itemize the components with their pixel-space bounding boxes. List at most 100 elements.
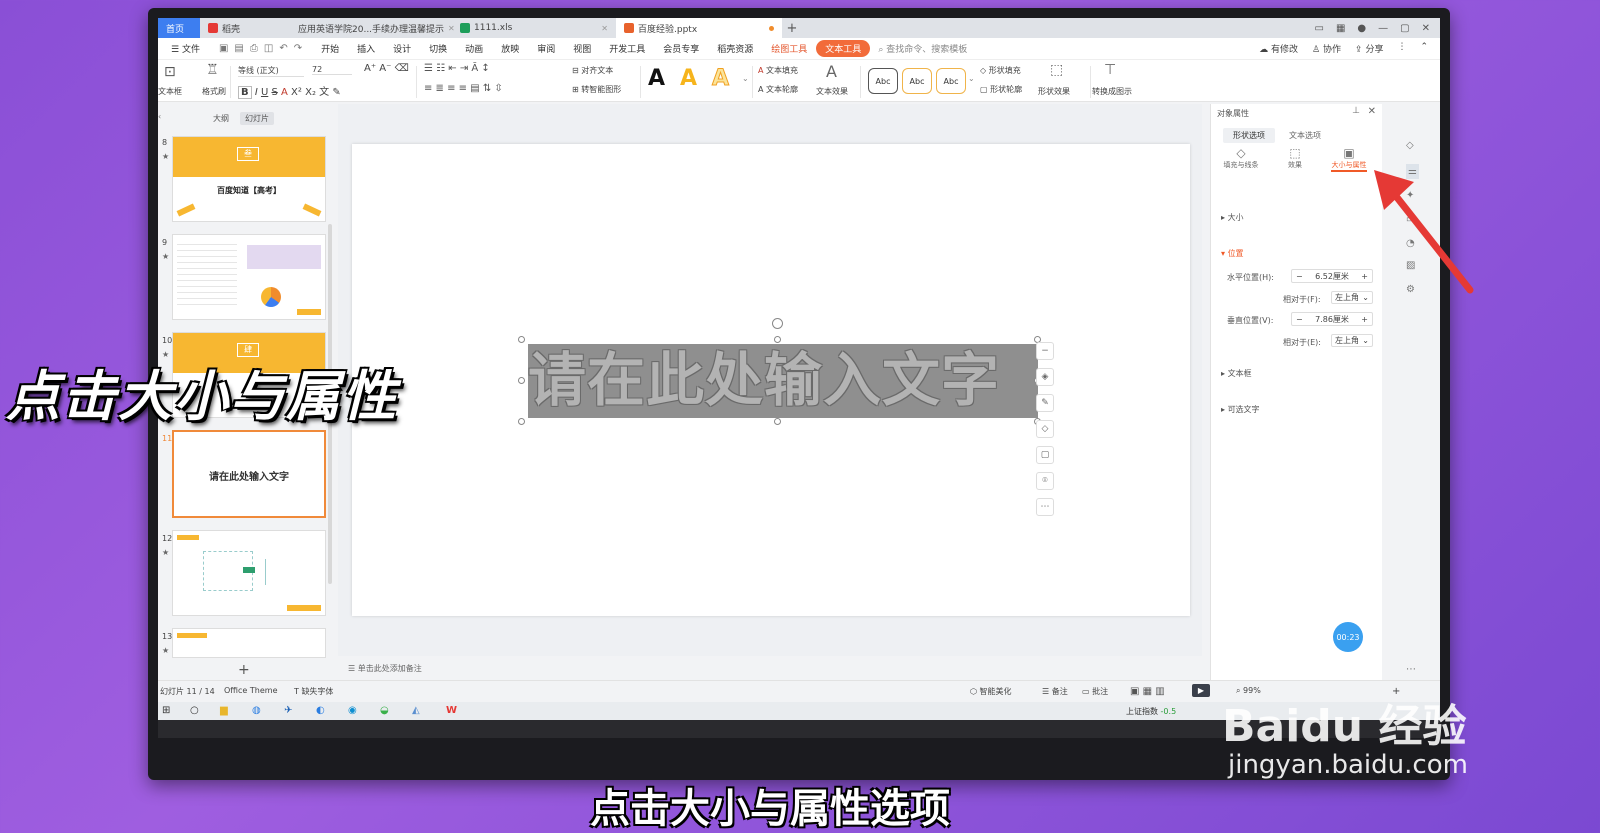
pin-icon[interactable]: ⊥ (1352, 106, 1360, 116)
tab-outline[interactable]: 大纲 (208, 112, 234, 125)
windows-start-icon[interactable]: ⊞ (162, 705, 170, 716)
theme-name[interactable]: Office Theme (224, 686, 278, 695)
menu-text-tools[interactable]: 文本工具 (816, 40, 871, 57)
menu-transition[interactable]: 切换 (420, 42, 456, 55)
tab-xls[interactable]: 1111.xls ✕ (452, 18, 616, 38)
comments-button[interactable]: ▭ 批注 (1082, 686, 1108, 697)
minus-icon[interactable]: − (1036, 342, 1054, 360)
textbox-button[interactable]: 文本框 (158, 86, 182, 97)
align-icons[interactable]: ≡ ≣ ≡ ≡ ▤ ⇅ ⇳ (424, 83, 503, 94)
shape-outline-button[interactable]: ▢ 形状轮廓 (980, 84, 1022, 95)
close-icon[interactable]: ✕ (601, 24, 608, 33)
window-close-icon[interactable]: ✕ (1422, 23, 1430, 34)
section-alt-text[interactable]: ▸ 可选文字 (1221, 404, 1260, 415)
smart-art-button[interactable]: ⊞ 转智能图形 (572, 84, 621, 95)
stock-ticker[interactable]: 上证指数 -0.5 (1126, 706, 1176, 717)
slide-thumbnail-8[interactable]: 叁 百度知道【高考】 (172, 136, 326, 222)
textbox-icon[interactable]: ⊡ (164, 64, 176, 80)
menu-developer[interactable]: 开发工具 (600, 42, 654, 55)
collapse-panel-icon[interactable]: ‹ (158, 112, 161, 121)
shape-effect-icon[interactable]: ⬚ (1050, 62, 1063, 78)
more-icon[interactable]: ⋯ (1036, 498, 1054, 516)
h-relative-select[interactable]: 左上角 ⌄ (1331, 291, 1373, 304)
tab-docer[interactable]: 稻壳 (200, 18, 286, 38)
view-mode-icons[interactable]: ▣ ▦ ▥ (1130, 686, 1165, 697)
layout-icon[interactable]: ▭ (1315, 23, 1324, 34)
textbox-text[interactable]: 请在此处输入文字 (528, 342, 1038, 418)
search-icon[interactable]: ○ (190, 705, 199, 716)
subscript-icon[interactable]: X₂ (305, 87, 316, 98)
chat-icon[interactable]: ◍ (252, 705, 261, 716)
menu-animation[interactable]: 动画 (456, 42, 492, 55)
minimize-icon[interactable]: — (1378, 23, 1388, 34)
slide-thumbnail-13[interactable] (172, 628, 326, 658)
fill-and-line-button[interactable]: ◇ 填充与线条 (1223, 146, 1259, 172)
undo-icon[interactable]: ↶ (279, 43, 287, 54)
text-style-black[interactable]: A (648, 66, 665, 91)
maximize-icon[interactable]: ▢ (1400, 23, 1409, 34)
text-effect-icon[interactable]: A (826, 62, 837, 81)
print-icon[interactable]: ⎙ (250, 43, 258, 54)
slide-thumbnail-11[interactable]: 请在此处输入文字 (172, 430, 326, 518)
more-icon[interactable]: ⋯ (1406, 664, 1416, 675)
text-outline-button[interactable]: A 文本轮廓 (758, 84, 798, 95)
menu-design[interactable]: 设计 (384, 42, 420, 55)
current-slide[interactable]: 请在此处输入文字 − ◈ ✎ ◇ ▢ ⌾ ⋯ (352, 144, 1190, 616)
command-search[interactable]: ⌕ 查找命令、搜索模板 (878, 42, 967, 55)
size-and-properties-button[interactable]: ▣ 大小与属性 (1331, 146, 1367, 172)
v-position-stepper[interactable]: − 7.86厘米 + (1291, 312, 1373, 326)
sync-app-icon[interactable]: ◐ (316, 705, 325, 716)
resize-handle[interactable] (774, 336, 781, 343)
export-icon[interactable]: ▤ (234, 43, 243, 54)
font-grow-icon[interactable]: A⁺ A⁻ ⌫ (364, 63, 409, 74)
green-app-icon[interactable]: ◒ (380, 705, 389, 716)
bird-app-icon[interactable]: ✈ (284, 705, 292, 716)
section-textbox[interactable]: ▸ 文本框 (1221, 368, 1252, 379)
collaborate-button[interactable]: ♙ 协作 (1312, 42, 1341, 55)
format-brush-button[interactable]: 格式刷 (202, 86, 226, 97)
format-brush-icon[interactable]: ♖ (206, 62, 219, 78)
selected-textbox[interactable]: 请在此处输入文字 (518, 318, 1041, 425)
avatar[interactable]: ● (1357, 23, 1366, 34)
modified-button[interactable]: ☁ 有修改 (1259, 42, 1298, 55)
notes-bar[interactable]: ☰ 单击此处添加备注 (338, 658, 1202, 678)
wps-app-icon[interactable]: W (446, 705, 457, 716)
grid-icon[interactable]: ▦ (1336, 23, 1345, 34)
share-button[interactable]: ⇪ 分享 (1355, 42, 1383, 55)
bold-icon[interactable]: B (238, 86, 252, 99)
h-position-stepper[interactable]: − 6.52厘米 + (1291, 269, 1373, 283)
strikethrough-icon[interactable]: S (271, 87, 277, 98)
edge-browser-icon[interactable]: ◉ (348, 705, 357, 716)
shape-icon[interactable]: ◇ (1406, 140, 1414, 151)
effects-button[interactable]: ⬚ 效果 (1277, 146, 1313, 172)
add-slide-plus-icon[interactable]: + (238, 662, 250, 678)
file-explorer-icon[interactable]: ▆ (220, 705, 228, 716)
mail-app-icon[interactable]: ◭ (412, 705, 420, 716)
menu-view[interactable]: 视图 (564, 42, 600, 55)
slide-thumbnail-9[interactable] (172, 234, 326, 320)
resize-handle[interactable] (518, 336, 525, 343)
new-tab-plus-icon[interactable]: + (782, 21, 802, 36)
underline-icon[interactable]: U (261, 87, 268, 98)
text-style-orange[interactable]: A (680, 66, 697, 91)
missing-font-button[interactable]: T 缺失字体 (294, 686, 333, 697)
v-relative-select[interactable]: 左上角 ⌄ (1331, 334, 1373, 347)
align-text-button[interactable]: ⊟ 对齐文本 (572, 65, 613, 76)
more-icon[interactable]: ⋮ (1397, 42, 1406, 55)
menu-review[interactable]: 审阅 (528, 42, 564, 55)
convert-image-icon[interactable]: ⊤ (1104, 62, 1116, 78)
tab-word-doc[interactable]: 应用英语学院20...手续办理温馨提示 ✕ (286, 18, 455, 38)
shape-style-more-icon[interactable]: ⌄ (968, 74, 975, 83)
fill-icon[interactable]: ◇ (1036, 420, 1054, 438)
smart-beautify-button[interactable]: ⬡ 智能美化 (970, 686, 1012, 697)
menu-docer-resources[interactable]: 稻壳资源 (708, 42, 762, 55)
font-size-select[interactable]: 72 (312, 65, 352, 75)
redo-icon[interactable]: ↷ (294, 43, 302, 54)
resize-handle[interactable] (518, 418, 525, 425)
text-style-more-icon[interactable]: ⌄ (742, 74, 749, 83)
menu-file[interactable]: ☰ 文件 (162, 42, 209, 55)
highlight-icon[interactable]: ✎ (332, 87, 340, 98)
menu-slideshow[interactable]: 放映 (492, 42, 528, 55)
save-icon[interactable]: ▣ (219, 43, 228, 54)
phonetic-icon[interactable]: 文 (319, 87, 329, 98)
